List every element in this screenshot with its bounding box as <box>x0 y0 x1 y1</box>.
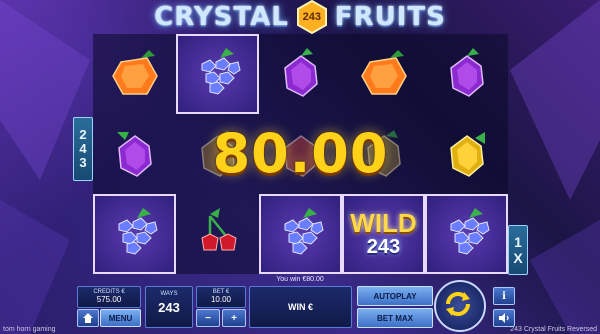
speaker-icon <box>499 313 509 323</box>
background-shard <box>510 0 600 334</box>
reel-cell <box>425 194 508 274</box>
ways-value: 243 <box>158 300 180 315</box>
bet-panel: BET € 10.00 <box>196 286 246 308</box>
wild-symbol: WILD 243 <box>350 210 416 259</box>
ways-digit: 2 <box>79 127 87 142</box>
grapes-icon <box>284 208 324 255</box>
home-icon <box>83 313 93 323</box>
win-field: WIN € <box>249 286 352 328</box>
orange-icon <box>360 50 407 95</box>
wild-number: 243 <box>366 235 401 258</box>
win-label: WIN € <box>287 302 313 312</box>
bet-increase-button[interactable]: + <box>222 309 246 327</box>
reel-cell <box>176 194 259 274</box>
autoplay-button[interactable]: AUTOPLAY <box>357 286 433 306</box>
orange-icon <box>111 50 158 95</box>
multiplier-x: X <box>513 250 523 266</box>
ways-digit: 3 <box>79 155 87 170</box>
bet-max-button[interactable]: BET MAX <box>357 308 433 328</box>
title-word-left: CRYSTAL <box>154 2 289 32</box>
ways-badge: 243 <box>295 0 329 34</box>
home-button[interactable] <box>77 309 99 327</box>
ways-badge-number: 243 <box>302 11 321 23</box>
plum-icon <box>283 48 318 97</box>
reel-cell <box>176 34 259 114</box>
menu-button[interactable]: MENU <box>100 309 141 327</box>
spin-button[interactable] <box>434 280 486 332</box>
info-icon: i <box>502 290 506 302</box>
plum-icon <box>449 48 484 97</box>
game-name: 243 Crystal Fruits Reversed <box>510 326 597 333</box>
reel-cell-wild: WILD 243 <box>342 194 425 274</box>
ways-side-indicator: 2 4 3 <box>73 117 93 181</box>
credits-panel: CREDITS € 575.00 <box>77 286 141 308</box>
reel-cell <box>93 194 176 274</box>
bet-value: 10.00 <box>210 295 232 304</box>
spin-arrows-icon <box>446 292 470 316</box>
multiplier-indicator: 1 X <box>508 225 528 275</box>
reel-cell <box>259 34 342 114</box>
cherries-icon <box>200 208 237 251</box>
title-word-right: FRUITS <box>334 2 446 32</box>
grapes-icon <box>450 208 490 255</box>
game-title: CRYSTAL 243 FRUITS <box>150 0 450 34</box>
ways-panel: WAYS 243 <box>145 286 193 328</box>
multiplier-digit: 1 <box>514 234 522 250</box>
win-amount-overlay: 80.00 <box>212 121 389 185</box>
wild-word: WILD <box>350 207 417 238</box>
grapes-icon <box>118 208 158 255</box>
reel-cell <box>425 34 508 114</box>
provider-name: tom horn gaming <box>3 326 56 333</box>
reel-cell <box>93 34 176 114</box>
ways-label: WAYS <box>160 291 178 297</box>
you-win-message: You win €80.00 <box>276 276 324 283</box>
grapes-icon <box>201 48 241 95</box>
ways-digit: 4 <box>79 141 87 156</box>
sound-button[interactable] <box>493 309 515 327</box>
credits-value: 575.00 <box>96 295 122 304</box>
reel-cell <box>342 34 425 114</box>
info-button[interactable]: i <box>493 287 515 305</box>
bet-decrease-button[interactable]: − <box>196 309 220 327</box>
reel-cell <box>259 194 342 274</box>
